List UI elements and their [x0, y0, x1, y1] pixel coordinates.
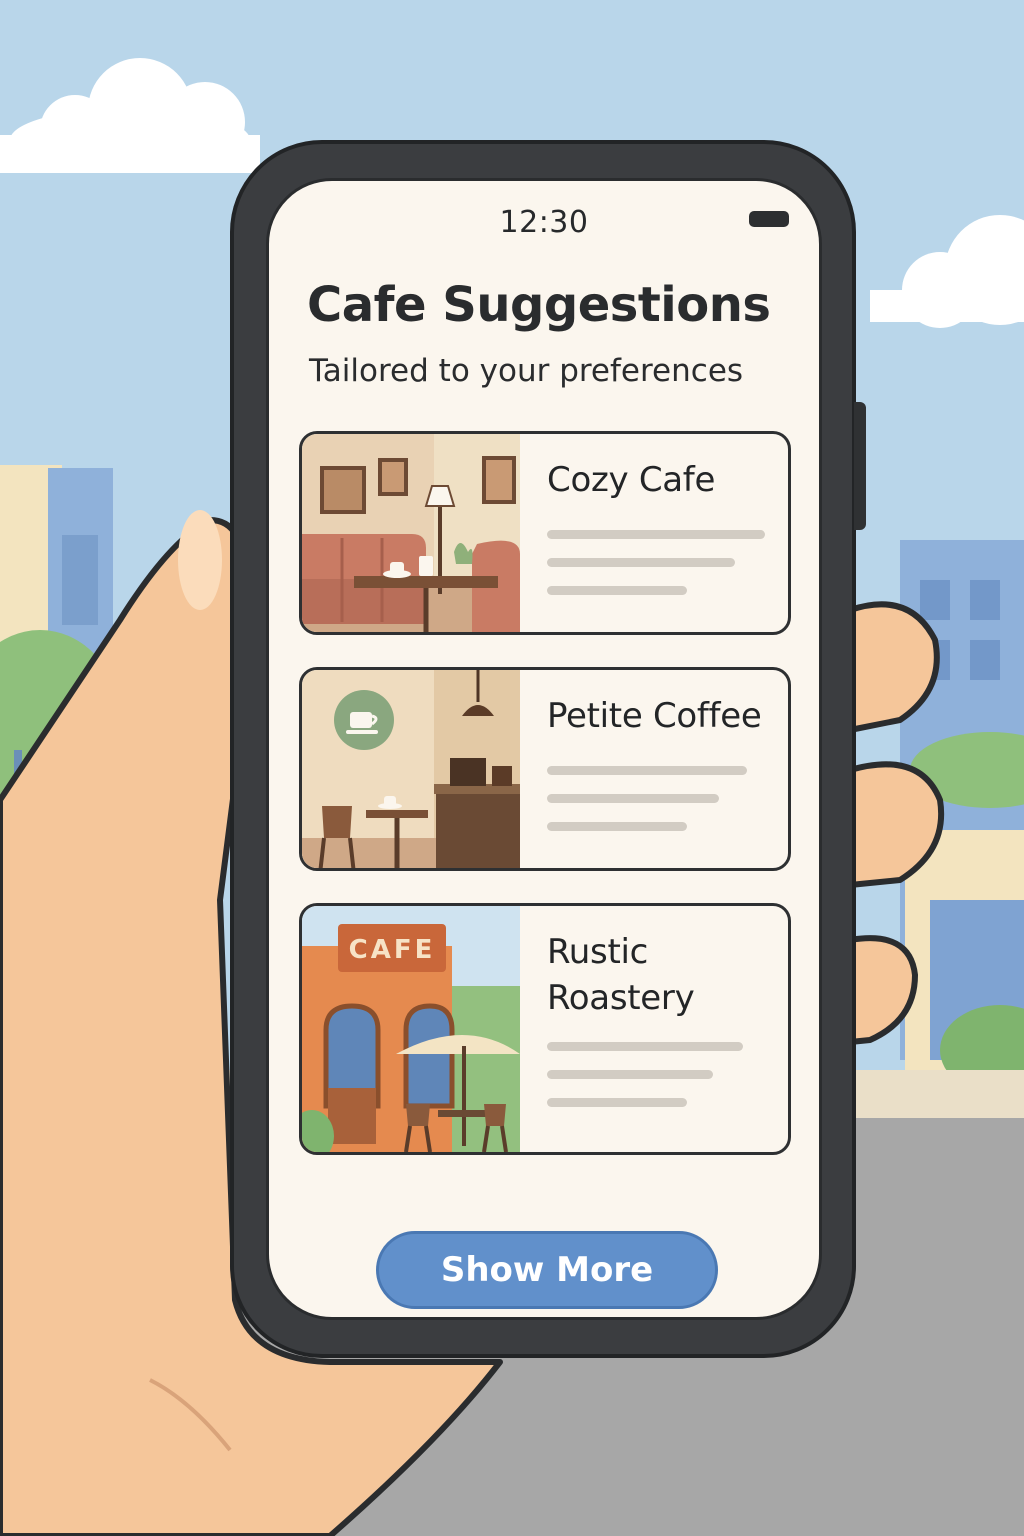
placeholder-line	[547, 794, 719, 803]
cafe-name-line: Rustic	[547, 932, 649, 972]
placeholder-line	[547, 766, 747, 775]
cafe-name: Rustic Roastery	[547, 930, 695, 1022]
placeholder-line	[547, 558, 735, 567]
cozy-cafe-interior-image	[302, 434, 520, 632]
phone-side-button	[854, 402, 866, 530]
cafe-card-cozy-cafe[interactable]: Cozy Cafe	[299, 431, 791, 635]
phone: 12:30 Cafe Suggestions Tailored to your …	[230, 140, 866, 1358]
status-time: 12:30	[499, 205, 589, 240]
battery-icon	[749, 211, 789, 227]
petite-coffee-interior-image	[302, 670, 520, 868]
cafe-name: Petite Coffee	[547, 696, 762, 736]
placeholder-line	[547, 1042, 743, 1051]
placeholder-line	[547, 1098, 687, 1107]
placeholder-line	[547, 1070, 713, 1079]
cafe-card-rustic-roastery[interactable]: CAFE Rustic Roastery	[299, 903, 791, 1155]
cafe-card-petite-coffee[interactable]: Petite Coffee	[299, 667, 791, 871]
rustic-roastery-storefront-image: CAFE	[302, 906, 520, 1152]
phone-screen: 12:30 Cafe Suggestions Tailored to your …	[266, 178, 822, 1320]
cafe-sign-text: CAFE	[349, 935, 436, 965]
placeholder-line	[547, 822, 687, 831]
cafe-name: Cozy Cafe	[547, 460, 716, 500]
page-title: Cafe Suggestions	[307, 277, 771, 333]
cafe-name-line: Roastery	[547, 977, 695, 1018]
show-more-button[interactable]: Show More	[376, 1231, 718, 1309]
placeholder-line	[547, 530, 765, 539]
placeholder-line	[547, 586, 687, 595]
page-subtitle: Tailored to your preferences	[309, 353, 744, 389]
